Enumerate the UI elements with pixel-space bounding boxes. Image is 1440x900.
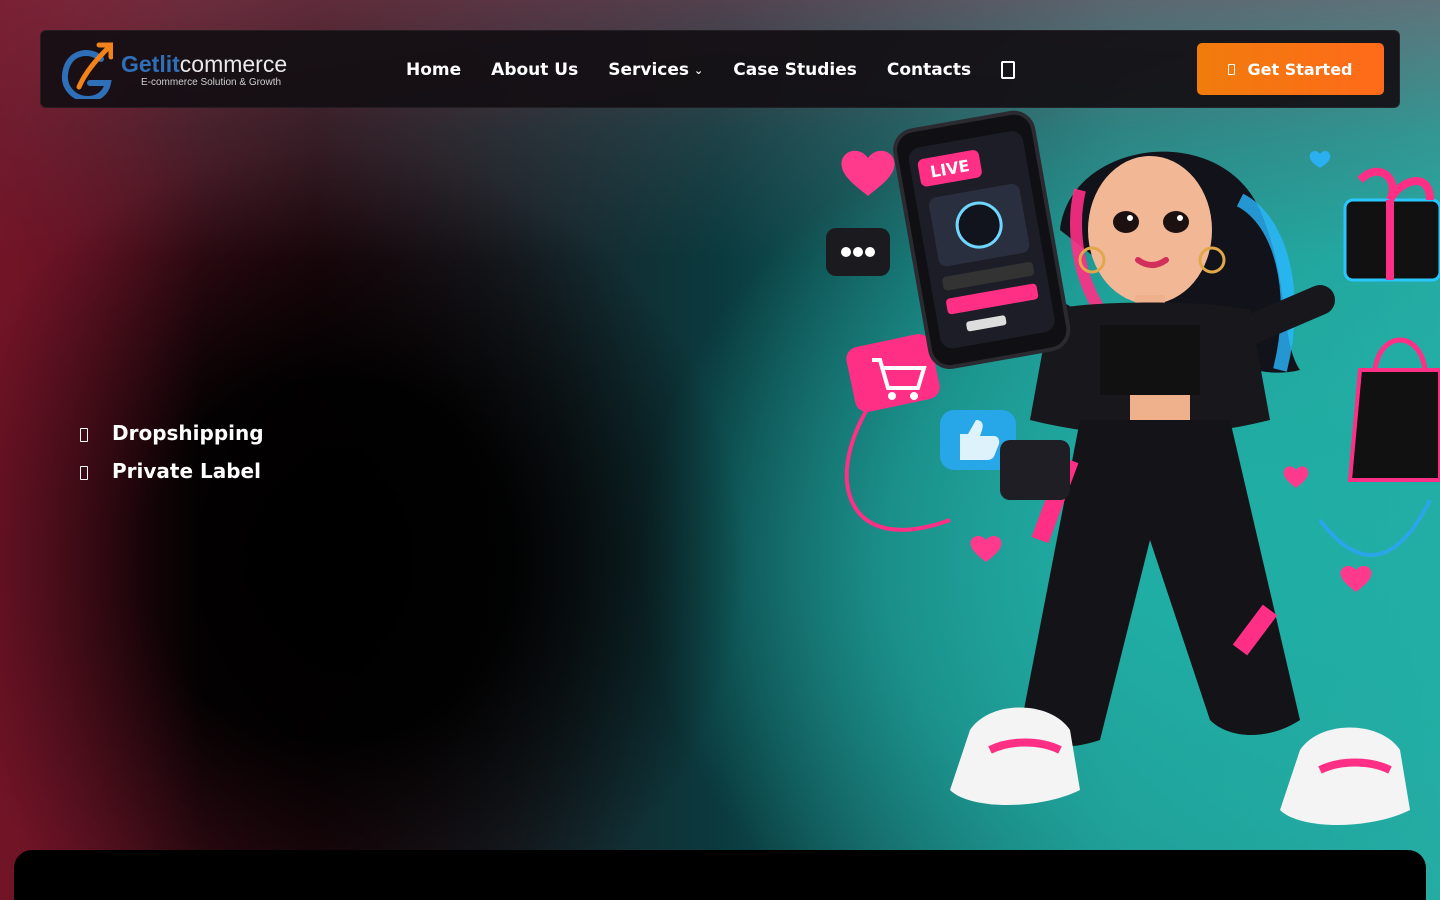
list-item: Private Label [80,452,264,490]
logo[interactable]: Getlitcommerce E-commerce Solution & Gro… [61,41,321,99]
arrow-icon [1228,63,1236,75]
nav-services-label: Services [608,60,690,80]
brand-tagline: E-commerce Solution & Growth [141,77,282,88]
bullet-icon [80,428,88,442]
bullet-icon [80,466,88,480]
bottom-panel [14,850,1426,900]
feature-list: Dropshipping Private Label [80,414,264,490]
search-icon[interactable] [1001,61,1016,79]
heart-icon [841,150,895,196]
feature-label-private-label: Private Label [112,459,261,483]
nav-contacts[interactable]: Contacts [887,60,971,80]
phone-illustration: LIVE [893,110,1071,370]
brand-name: Getlitcommerce [121,51,288,77]
get-started-label: Get Started [1247,59,1353,79]
nav-case-studies[interactable]: Case Studies [733,60,857,80]
chat-bubble-icon [826,228,890,276]
gift-box-icon [1343,167,1440,282]
list-item: Dropshipping [80,414,264,452]
feature-label-dropshipping: Dropshipping [112,421,264,445]
shopping-bag-icon [1347,337,1440,482]
nav-services[interactable]: Services ⌄ [608,60,703,80]
nav-about-us[interactable]: About Us [491,60,578,80]
nav-links: Home About Us Services ⌄ Case Studies Co… [406,31,1016,109]
nav-home[interactable]: Home [406,60,461,80]
chevron-down-icon: ⌄ [694,63,704,77]
navbar: Getlitcommerce E-commerce Solution & Gro… [40,30,1400,108]
get-started-button[interactable]: Get Started [1197,43,1384,95]
hero-illustration: LIVE [826,110,1440,825]
hero-section: LIVE Getlitcommerce E-commerce Solution … [0,0,1440,900]
logo-text: Getlitcommerce E-commerce Solution & Gro… [121,51,287,88]
logo-g-icon [61,42,113,99]
